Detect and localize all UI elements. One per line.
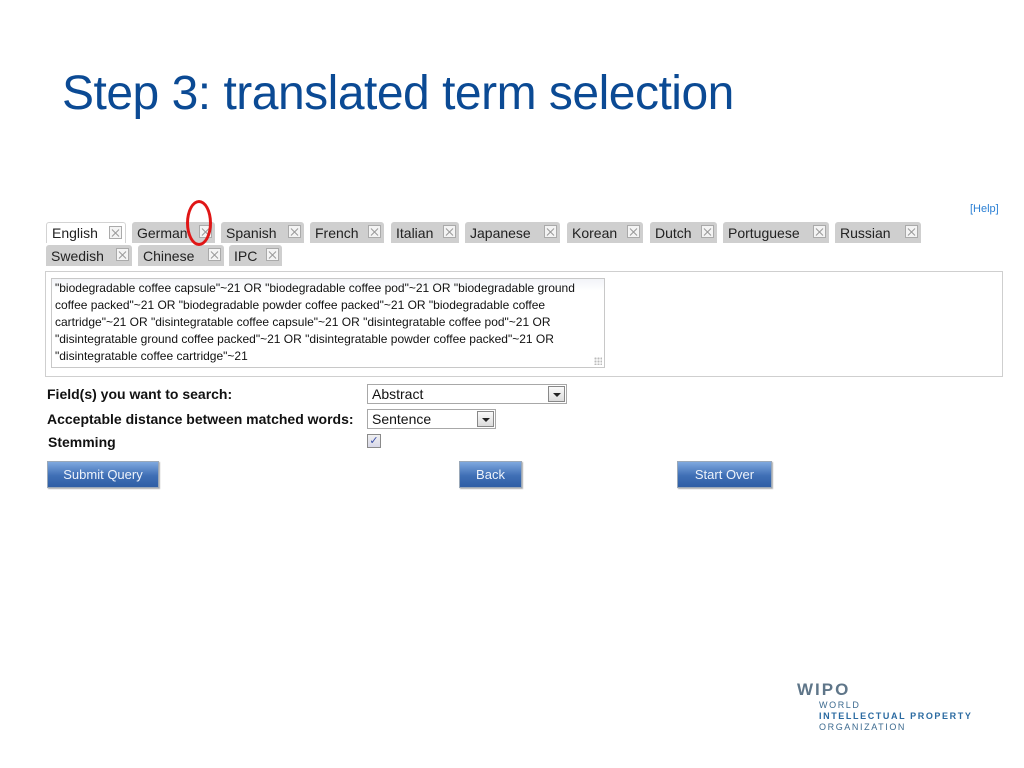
wipo-logo-line: WORLD	[819, 700, 861, 710]
tab-korean[interactable]: Korean	[567, 222, 643, 243]
query-text: "biodegradable coffee capsule"~21 OR "bi…	[55, 281, 575, 363]
fields-select[interactable]: Abstract	[367, 384, 567, 404]
start-over-button[interactable]: Start Over	[677, 461, 772, 488]
close-icon[interactable]	[109, 226, 122, 239]
distance-label: Acceptable distance between matched word…	[47, 411, 354, 427]
close-icon[interactable]	[701, 225, 714, 238]
tab-russian[interactable]: Russian	[835, 222, 921, 243]
close-icon[interactable]	[905, 225, 918, 238]
tab-label: Chinese	[143, 248, 195, 264]
tab-label: German	[137, 225, 188, 241]
close-icon[interactable]	[813, 225, 826, 238]
fields-select-value: Abstract	[372, 386, 424, 402]
tab-swedish[interactable]: Swedish	[46, 245, 132, 266]
close-icon[interactable]	[208, 248, 221, 261]
fields-label: Field(s) you want to search:	[47, 386, 233, 402]
tab-label: Japanese	[470, 225, 531, 241]
back-button[interactable]: Back	[459, 461, 522, 488]
tab-french[interactable]: French	[310, 222, 384, 243]
close-icon[interactable]	[266, 248, 279, 261]
close-icon[interactable]	[443, 225, 456, 238]
wipo-logo: WIPO WORLD INTELLECTUAL PROPERTY ORGANIZ…	[797, 680, 972, 733]
chevron-down-icon[interactable]	[548, 386, 565, 402]
tab-english[interactable]: English	[46, 222, 126, 243]
annotation-circle	[186, 200, 212, 246]
tab-label: Italian	[396, 225, 434, 241]
tab-dutch[interactable]: Dutch	[650, 222, 717, 243]
tab-portuguese[interactable]: Portuguese	[723, 222, 829, 243]
tab-spanish[interactable]: Spanish	[221, 222, 304, 243]
close-icon[interactable]	[368, 225, 381, 238]
tab-label: IPC	[234, 248, 258, 264]
chevron-down-icon[interactable]	[477, 411, 494, 427]
check-icon: ✓	[369, 435, 379, 447]
tab-label: French	[315, 225, 359, 241]
distance-select[interactable]: Sentence	[367, 409, 496, 429]
close-icon[interactable]	[116, 248, 129, 261]
distance-select-value: Sentence	[372, 411, 432, 427]
tab-japanese[interactable]: Japanese	[465, 222, 560, 243]
tab-italian[interactable]: Italian	[391, 222, 459, 243]
tab-chinese[interactable]: Chinese	[138, 245, 224, 266]
slide-title: Step 3: translated term selection	[62, 67, 734, 120]
submit-query-button[interactable]: Submit Query	[47, 461, 159, 488]
tab-label: Spanish	[226, 225, 277, 241]
wipo-logo-mark: WIPO	[797, 680, 851, 699]
tab-label: Swedish	[51, 248, 104, 264]
tab-label: Portuguese	[728, 225, 800, 241]
close-icon[interactable]	[288, 225, 301, 238]
help-link[interactable]: [Help]	[970, 203, 999, 215]
wipo-logo-line: ORGANIZATION	[819, 722, 907, 732]
tab-label: Korean	[572, 225, 618, 241]
stemming-checkbox[interactable]: ✓	[367, 434, 381, 448]
stemming-label: Stemming	[48, 434, 116, 450]
wipo-logo-line: INTELLECTUAL PROPERTY	[819, 711, 973, 721]
close-icon[interactable]	[627, 225, 640, 238]
tab-label: English	[52, 225, 98, 241]
tab-ipc[interactable]: IPC	[229, 245, 282, 266]
query-textarea[interactable]: "biodegradable coffee capsule"~21 OR "bi…	[51, 278, 605, 368]
close-icon[interactable]	[544, 225, 557, 238]
tab-label: Dutch	[655, 225, 692, 241]
resize-handle-icon[interactable]	[594, 357, 602, 365]
tab-label: Russian	[840, 225, 891, 241]
